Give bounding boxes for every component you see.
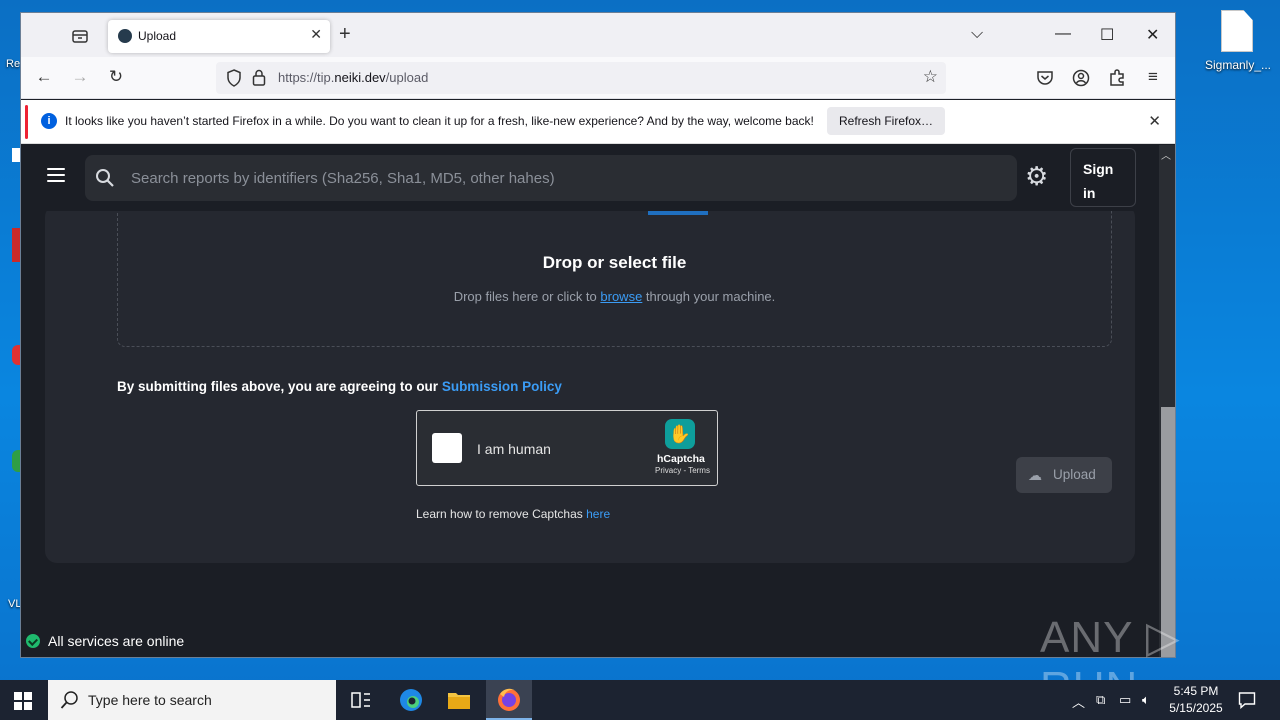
report-search (85, 155, 1017, 201)
learn-here-link[interactable]: here (586, 507, 610, 521)
tab-list-icon[interactable] (69, 25, 91, 47)
chevron-down-icon[interactable]: ⌵ (971, 25, 983, 43)
url-path: /upload (385, 70, 429, 85)
clock-time: 5:45 PM (1173, 684, 1219, 698)
tab-upload[interactable]: Upload ✕ (108, 20, 330, 53)
maximize-icon[interactable]: ☐ (1100, 25, 1114, 45)
network-device-icon[interactable]: ⧉ (1096, 692, 1105, 708)
clock-date: 5/15/2025 (1169, 701, 1223, 715)
tracking-shield-icon[interactable] (226, 69, 242, 87)
bookmark-star-icon[interactable]: ☆ (923, 67, 938, 87)
captcha-checkbox[interactable] (432, 433, 462, 463)
captcha-privacy-terms[interactable]: Privacy - Terms (655, 466, 710, 475)
info-icon: i (41, 113, 57, 129)
account-icon[interactable] (1072, 69, 1090, 87)
desktop-file-icon[interactable] (1221, 10, 1253, 52)
file-explorer-icon[interactable] (436, 680, 482, 720)
desktop-icon-fragment: Re (6, 58, 21, 70)
submission-policy-link[interactable]: Submission Policy (442, 379, 562, 394)
refresh-firefox-button[interactable]: Refresh Firefox… (827, 107, 946, 135)
reload-icon[interactable]: ↻ (105, 67, 127, 89)
lock-icon[interactable] (252, 69, 266, 86)
pocket-icon[interactable] (1036, 69, 1054, 87)
task-view-icon[interactable] (338, 680, 384, 720)
cloud-upload-icon: ☁ (1028, 467, 1042, 483)
upload-card: Drop or select file Drop files here or c… (45, 205, 1135, 563)
page-content: Drop or select file Drop files here or c… (21, 145, 1175, 657)
firefox-window: Upload ✕ + ⌵ — ☐ ✕ ← → ↻ https://tip.nei… (20, 12, 1176, 658)
taskbar-search-input[interactable] (88, 690, 328, 710)
windows-start-icon[interactable] (14, 692, 32, 710)
forward-icon[interactable]: → (69, 67, 91, 89)
search-icon (96, 169, 114, 187)
notification-bar: i It looks like you haven’t started Fire… (21, 100, 1175, 144)
status-text: All services are online (48, 633, 185, 649)
firefox-taskbar-icon[interactable] (486, 680, 532, 720)
desktop-file-label: Sigmanly_... (1204, 58, 1272, 72)
close-window-icon[interactable]: ✕ (1146, 25, 1159, 45)
learn-captcha-text: Learn how to remove Captchas here (416, 507, 610, 521)
tab-title: Upload (138, 29, 177, 43)
upload-button[interactable]: ☁ Upload (1016, 457, 1112, 493)
dropzone-sub-before: Drop files here or click to (453, 289, 601, 304)
taskbar-search (48, 680, 336, 720)
menu-icon[interactable]: ≡ (1142, 67, 1164, 89)
notification-center-icon[interactable] (1238, 691, 1256, 709)
dropzone-sub-after: through your machine. (642, 289, 776, 304)
status-ok-icon (26, 634, 40, 648)
taskbar-clock[interactable]: 5:45 PM 5/15/2025 (1160, 683, 1232, 717)
site-header: ⚙ Sign in (21, 145, 1159, 211)
back-icon[interactable]: ← (33, 67, 55, 89)
learn-text: Learn how to remove Captchas (416, 507, 587, 521)
policy-text: By submitting files above, you are agree… (117, 379, 442, 394)
show-hidden-icons[interactable]: ︿ (1072, 692, 1085, 711)
extensions-icon[interactable] (1108, 69, 1126, 87)
file-dropzone[interactable]: Drop or select file Drop files here or c… (117, 205, 1112, 347)
close-tab-icon[interactable]: ✕ (310, 26, 322, 43)
url-bar[interactable]: https://tip.neiki.dev/upload ☆ (216, 62, 946, 94)
page-scrollbar[interactable]: ︿ (1159, 145, 1175, 657)
url-text: https://tip.neiki.dev/upload (278, 70, 428, 85)
close-notification-icon[interactable]: ✕ (1148, 112, 1161, 130)
upload-label: Upload (1053, 467, 1096, 482)
edge-icon[interactable] (388, 680, 434, 720)
notification-message: It looks like you haven’t started Firefo… (65, 114, 814, 128)
gear-icon[interactable]: ⚙ (1025, 163, 1048, 189)
taskbar: ︿ ⧉ ▭ 🔈︎ 5:45 PM 5/15/2025 (0, 680, 1280, 720)
captcha-brand: hCaptcha (657, 453, 705, 465)
dropzone-title: Drop or select file (542, 253, 687, 272)
volume-icon[interactable]: 🔈︎ (1142, 692, 1150, 708)
search-icon (60, 691, 78, 709)
service-status: All services are online (26, 633, 184, 649)
notification-accent (25, 105, 28, 139)
nav-bar: ← → ↻ https://tip.neiki.dev/upload ☆ ≡ (21, 57, 1175, 99)
captcha-label: I am human (477, 441, 551, 457)
sign-in-button[interactable]: Sign in (1070, 148, 1136, 207)
hcaptcha-widget: I am human ✋ hCaptcha Privacy - Terms (416, 410, 718, 486)
submission-policy-text: By submitting files above, you are agree… (117, 379, 562, 394)
hamburger-menu-icon[interactable] (47, 168, 65, 182)
minimize-icon[interactable]: — (1055, 25, 1071, 43)
new-tab-icon[interactable]: + (339, 23, 351, 46)
hcaptcha-logo-icon: ✋ (665, 419, 695, 449)
scroll-up-icon[interactable]: ︿ (1161, 147, 1171, 162)
search-input[interactable] (131, 167, 991, 189)
tab-bar: Upload ✕ + ⌵ — ☐ ✕ (21, 13, 1175, 57)
site-favicon-icon (118, 29, 132, 43)
url-prefix: https://tip. (278, 70, 335, 85)
dropzone-subtitle: Drop files here or click to browse throu… (118, 289, 1111, 304)
network-icon[interactable]: ▭ (1119, 692, 1131, 708)
browse-link[interactable]: browse (600, 289, 642, 304)
url-host: neiki.dev (334, 70, 386, 85)
